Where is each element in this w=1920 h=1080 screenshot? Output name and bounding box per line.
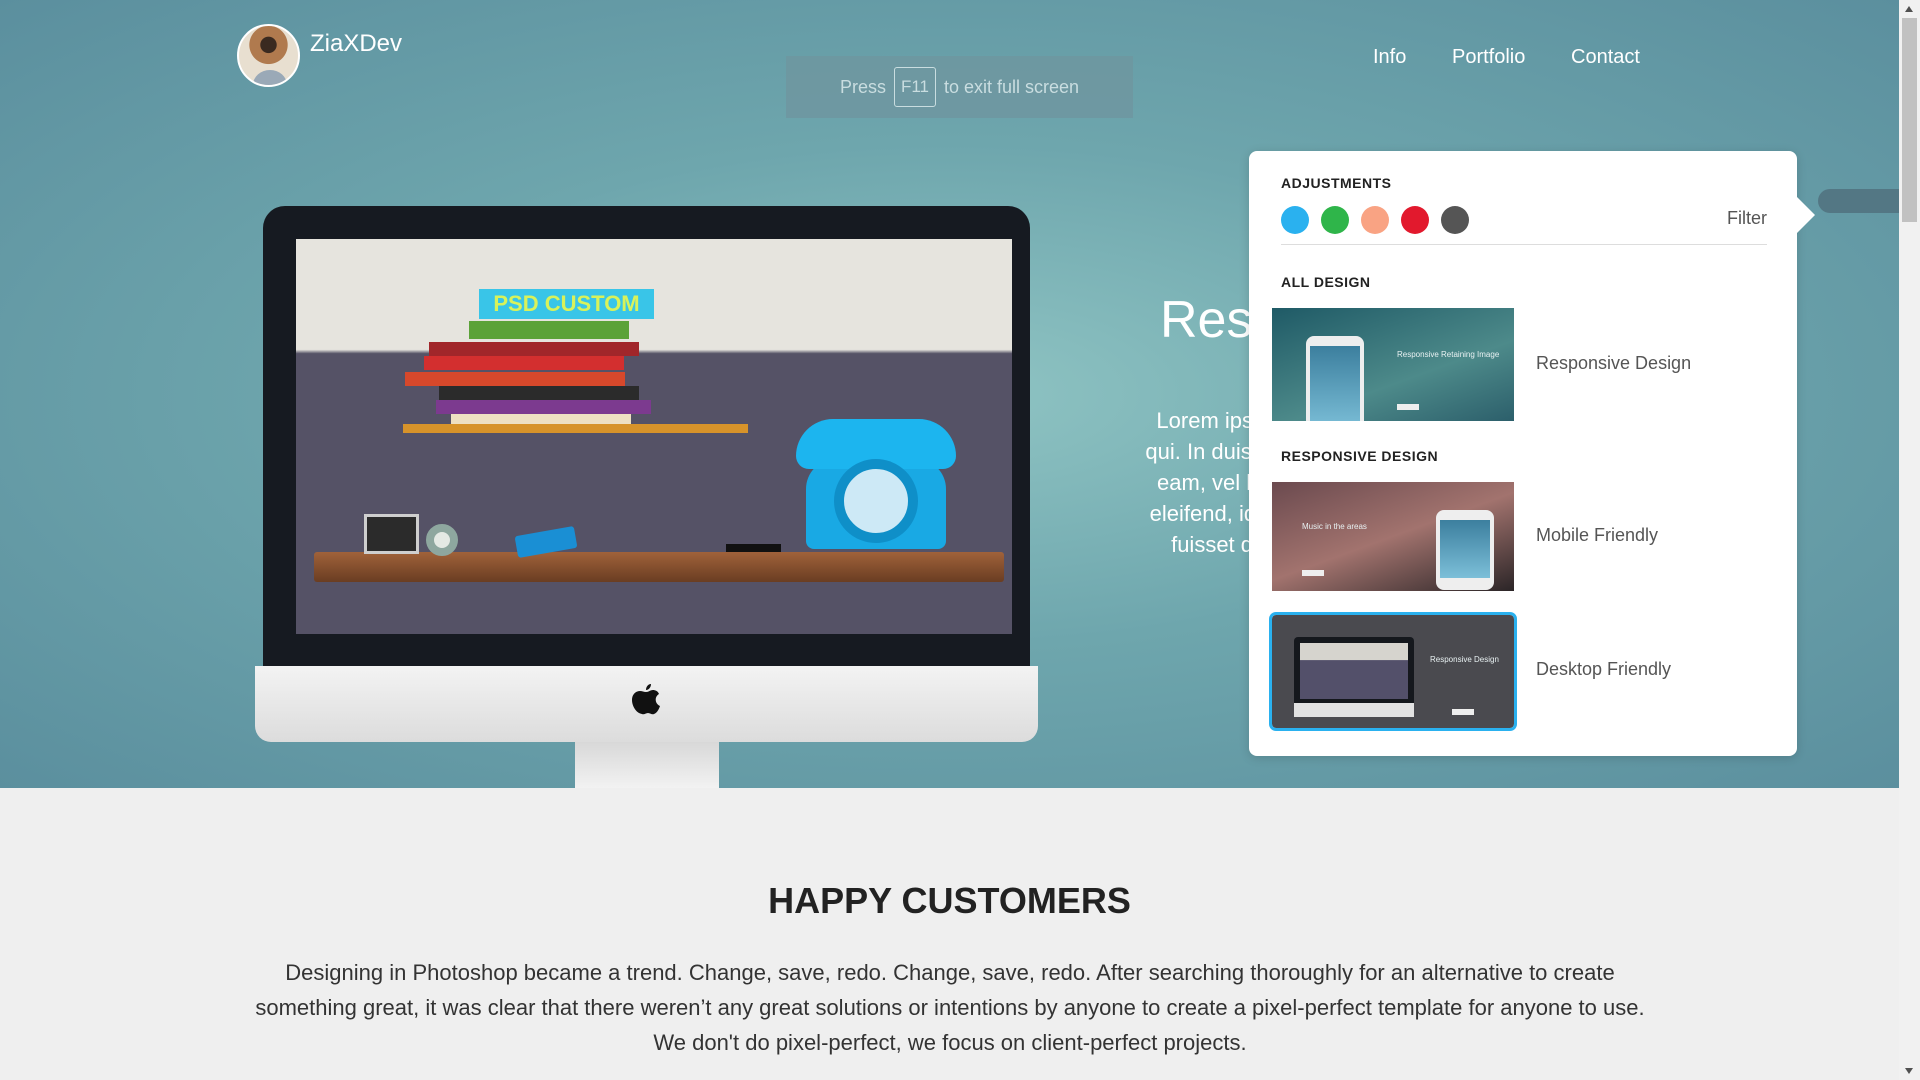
book [436, 400, 651, 414]
monitor-mockup [1294, 637, 1414, 717]
color-swatch-blue[interactable] [1281, 206, 1309, 234]
monitor-stand [575, 742, 719, 788]
happy-customers-title: HAPPY CUSTOMERS [768, 880, 1131, 921]
avatar[interactable] [237, 24, 300, 87]
portfolio-filter-panel: ADJUSTMENTS Filter ALL DESIGN Responsive… [1249, 151, 1797, 756]
imac-mockup-image: PSD CUSTOM [255, 206, 1038, 788]
color-swatch-green[interactable] [1321, 206, 1349, 234]
upper-shelf [403, 424, 748, 433]
telephone-dial [834, 459, 918, 543]
thumb-caption: Responsive Retaining Image [1397, 350, 1500, 359]
color-swatch-red[interactable] [1401, 206, 1429, 234]
book [469, 321, 629, 339]
responsive-design-thumbnail[interactable]: Responsive Retaining Image [1272, 308, 1514, 421]
psd-custom-tag: PSD CUSTOM [479, 289, 654, 319]
hero-title: Res [1160, 291, 1253, 349]
paragraph-line: something great, it was clear that there… [255, 995, 1645, 1020]
monitor-bezel: PSD CUSTOM [263, 206, 1030, 666]
window-scrollbar[interactable] [1899, 0, 1920, 1080]
paragraph-line: Designing in Photoshop became a trend. C… [285, 960, 1615, 985]
wooden-shelf [314, 552, 1004, 582]
phone-mockup [1436, 510, 1494, 590]
thumb-button [1397, 404, 1419, 410]
panel-pointer [1797, 197, 1815, 233]
happy-customers-text: Designing in Photoshop became a trend. C… [235, 955, 1665, 1060]
responsive-design-label[interactable]: Responsive Design [1536, 353, 1691, 374]
nav-info-link[interactable]: Info [1373, 46, 1406, 69]
scroll-down-icon[interactable] [1905, 1068, 1913, 1074]
fullscreen-notice-before: Press [839, 76, 886, 97]
scroll-up-icon[interactable] [1905, 6, 1913, 12]
pencil-icon [726, 544, 781, 552]
phone-mockup [1306, 336, 1364, 421]
book [439, 386, 639, 400]
brand-name[interactable]: ZiaXDev [310, 30, 402, 58]
nav-portfolio-link[interactable]: Portfolio [1452, 46, 1525, 69]
responsive-design-heading: RESPONSIVE DESIGN [1281, 448, 1439, 464]
book [429, 342, 639, 356]
desktop-friendly-label[interactable]: Desktop Friendly [1536, 659, 1671, 680]
color-swatch-peach[interactable] [1361, 206, 1389, 234]
color-swatch-dark-gray[interactable] [1441, 206, 1469, 234]
nav-contact-link[interactable]: Contact [1571, 46, 1640, 69]
thumb-caption: Music in the areas [1302, 522, 1367, 531]
thumb-button [1302, 570, 1324, 576]
scrollbar-thumb[interactable] [1902, 18, 1917, 222]
mobile-friendly-thumbnail[interactable]: Music in the areas [1272, 482, 1514, 591]
apple-logo-icon [631, 682, 661, 724]
fullscreen-notice-after: to exit full screen [944, 76, 1080, 97]
tape-roll-icon [426, 524, 458, 556]
thumb-button [1452, 709, 1474, 715]
panel-toggle-tab[interactable] [1818, 189, 1899, 213]
book [405, 372, 625, 386]
f11-key: F11 [893, 67, 936, 107]
fullscreen-notice: Press F11 to exit full screen [786, 56, 1133, 118]
thumb-caption: Responsive Design [1430, 655, 1499, 664]
paragraph-line: We don't do pixel-perfect, we focus on c… [653, 1030, 1247, 1055]
brand[interactable]: ZiaXDev [237, 24, 402, 87]
telephone-icon [796, 419, 956, 549]
adjustments-heading: ADJUSTMENTS [1281, 175, 1392, 191]
desktop-friendly-thumbnail[interactable]: Responsive Design [1269, 612, 1517, 731]
mobile-friendly-label[interactable]: Mobile Friendly [1536, 525, 1658, 546]
cassette-icon [364, 514, 419, 554]
book [424, 356, 624, 370]
filter-button[interactable]: Filter [1727, 208, 1767, 229]
color-swatches [1281, 206, 1469, 234]
all-design-heading: ALL DESIGN [1281, 274, 1371, 290]
monitor-screen: PSD CUSTOM [296, 239, 1012, 634]
divider [1281, 244, 1767, 245]
